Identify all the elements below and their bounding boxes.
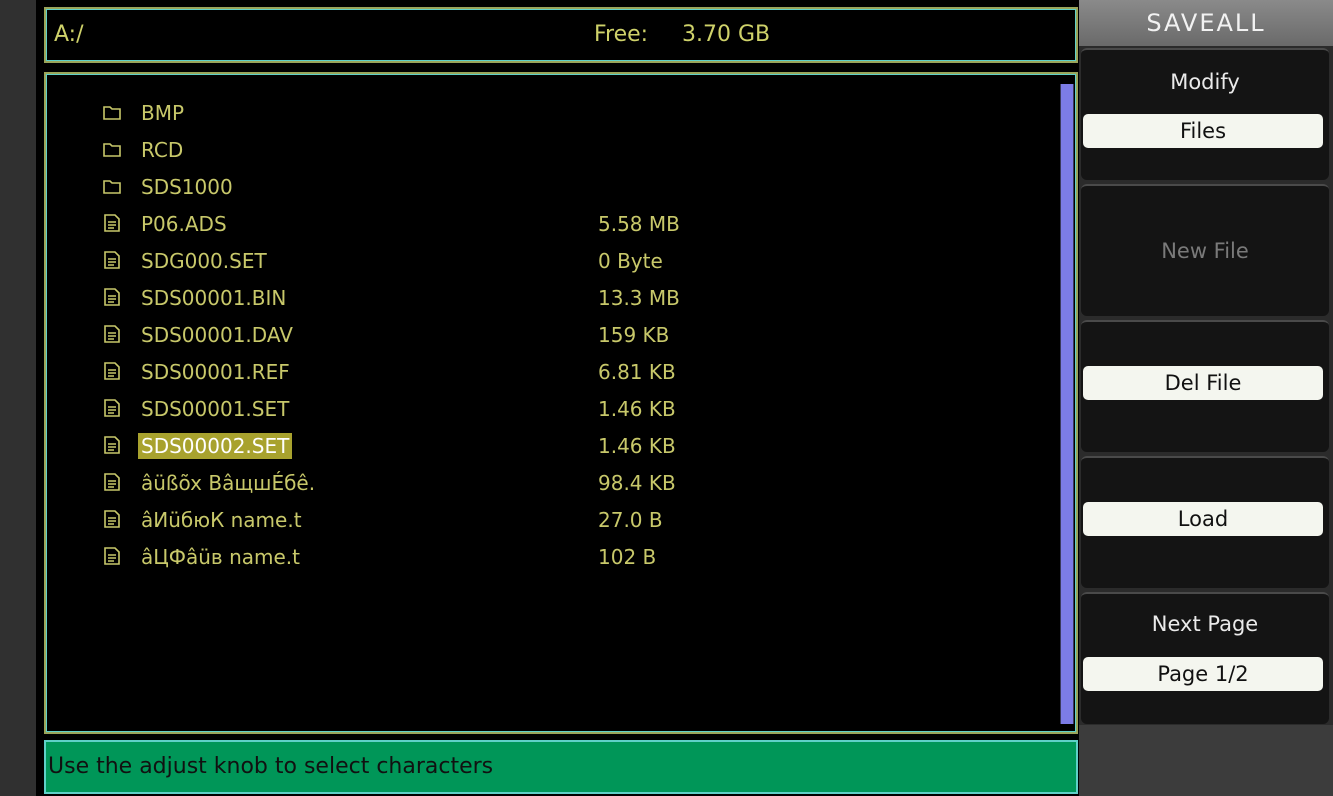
- modify-softkey[interactable]: Modify Files: [1081, 48, 1329, 180]
- file-icon: [102, 509, 124, 531]
- file-name: âИüбюК name.t: [141, 508, 302, 532]
- new-file-softkey[interactable]: New File: [1081, 184, 1329, 316]
- folder-icon: [102, 102, 124, 124]
- file-icon: [102, 472, 124, 494]
- softkey-menu: SAVEALL Modify Files New File Del File L…: [1079, 0, 1333, 796]
- file-name: RCD: [141, 138, 184, 162]
- file-row[interactable]: SDS00001.DAV 159 KB: [102, 318, 902, 355]
- menu-title: SAVEALL: [1079, 0, 1333, 46]
- load-softkey[interactable]: Load: [1081, 456, 1329, 588]
- file-row[interactable]: BMP: [102, 96, 902, 133]
- free-space-label: Free:: [594, 22, 649, 47]
- free-space-value: 3.70 GB: [682, 22, 771, 47]
- file-row[interactable]: SDS00002.SET 1.46 KB: [102, 429, 902, 466]
- file-name: âüßõx ВâщшÉбê.: [141, 471, 316, 495]
- file-icon: [102, 361, 124, 383]
- folder-icon: [102, 139, 124, 161]
- scrollbar-thumb[interactable]: [1061, 84, 1073, 724]
- file-name: SDG000.SET: [141, 249, 267, 273]
- modify-value: Files: [1083, 114, 1323, 148]
- file-icon: [102, 546, 124, 568]
- file-name: âЦФâüв name.t: [141, 545, 300, 569]
- new-file-label: New File: [1161, 239, 1249, 263]
- scrollbar[interactable]: [1060, 84, 1074, 724]
- status-message: Use the adjust knob to select characters: [48, 754, 494, 779]
- file-name: SDS00001.REF: [141, 360, 290, 384]
- file-row[interactable]: P06.ADS 5.58 MB: [102, 207, 902, 244]
- folder-icon: [102, 176, 124, 198]
- file-row[interactable]: SDS00001.SET 1.46 KB: [102, 392, 902, 429]
- file-size: 1.46 KB: [598, 397, 676, 421]
- del-file-softkey[interactable]: Del File: [1081, 320, 1329, 452]
- file-size: 5.58 MB: [598, 212, 680, 236]
- menu-bottom-area: [1079, 725, 1333, 796]
- file-icon: [102, 398, 124, 420]
- del-file-value: Del File: [1083, 366, 1323, 400]
- file-icon: [102, 250, 124, 272]
- file-icon: [102, 324, 124, 346]
- current-path: A:/: [54, 22, 84, 47]
- file-size: 98.4 KB: [598, 471, 676, 495]
- file-icon: [102, 435, 124, 457]
- file-size: 1.46 KB: [598, 434, 676, 458]
- file-size: 102 B: [598, 545, 657, 569]
- file-name: SDS1000: [141, 175, 233, 199]
- next-page-label: Next Page: [1151, 612, 1259, 636]
- page-indicator: Page 1/2: [1083, 657, 1323, 691]
- file-name: SDS00001.SET: [141, 397, 290, 421]
- file-size: 27.0 B: [598, 508, 663, 532]
- file-name: P06.ADS: [141, 212, 227, 236]
- file-row[interactable]: âИüбюК name.t 27.0 B: [102, 503, 902, 540]
- file-name: SDS00001.BIN: [141, 286, 287, 310]
- file-icon: [102, 287, 124, 309]
- modify-label: Modify: [1170, 70, 1240, 94]
- file-row[interactable]: SDS1000: [102, 170, 902, 207]
- file-name: BMP: [141, 101, 185, 125]
- file-row[interactable]: âüßõx ВâщшÉбê. 98.4 KB: [102, 466, 902, 503]
- file-browser-panel: BMP RCD SDS1000 P06.ADS 5.58 MB SDG000.SET 0 B…: [44, 72, 1078, 734]
- file-name: SDS00002.SET: [138, 433, 293, 459]
- status-bar: Use the adjust knob to select characters: [44, 740, 1078, 794]
- file-row[interactable]: SDG000.SET 0 Byte: [102, 244, 902, 281]
- file-row[interactable]: RCD: [102, 133, 902, 170]
- file-list: BMP RCD SDS1000 P06.ADS 5.58 MB SDG000.SET 0 B…: [102, 96, 902, 577]
- file-row[interactable]: âЦФâüв name.t 102 B: [102, 540, 902, 577]
- load-value: Load: [1083, 502, 1323, 536]
- file-row[interactable]: SDS00001.BIN 13.3 MB: [102, 281, 902, 318]
- file-name: SDS00001.DAV: [141, 323, 293, 347]
- path-bar: A:/ Free: 3.70 GB: [44, 7, 1078, 63]
- file-size: 159 KB: [598, 323, 670, 347]
- file-size: 13.3 MB: [598, 286, 680, 310]
- file-size: 6.81 KB: [598, 360, 676, 384]
- file-row[interactable]: SDS00001.REF 6.81 KB: [102, 355, 902, 392]
- left-edge-bar: [0, 0, 36, 796]
- file-icon: [102, 213, 124, 235]
- next-page-softkey[interactable]: Next Page Page 1/2: [1081, 592, 1329, 724]
- file-size: 0 Byte: [598, 249, 663, 273]
